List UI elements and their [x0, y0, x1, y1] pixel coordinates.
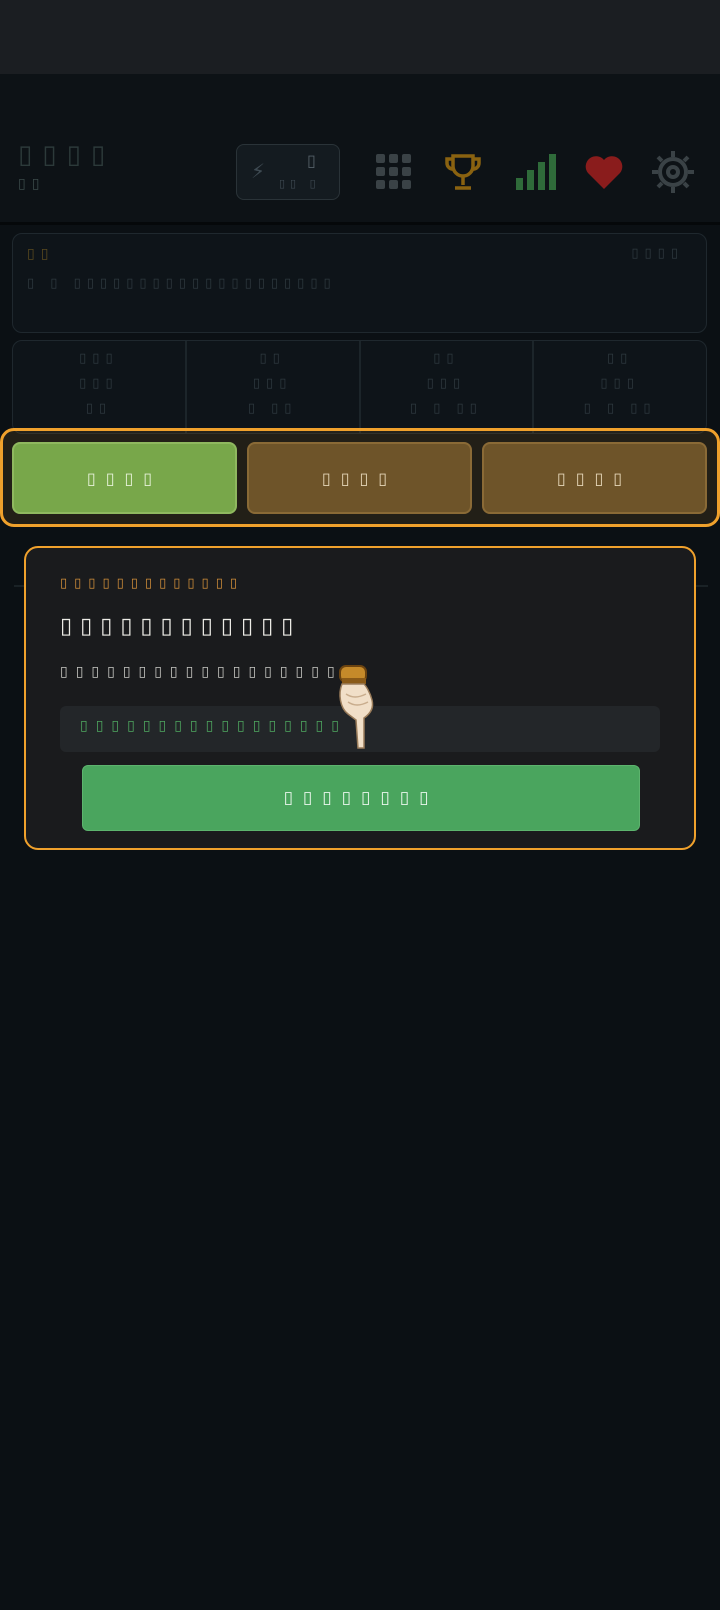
info-card-link[interactable]: ▯▯▯▯: [631, 246, 684, 261]
stat-line: ▯▯▯: [600, 376, 640, 391]
info-card-text: ▯ ▯ ▯▯▯▯▯▯▯▯▯▯▯▯▯▯▯▯▯▯▯▯: [27, 276, 337, 291]
trophy-icon[interactable]: [439, 148, 487, 196]
brand-subtitle: ▯▯: [18, 176, 46, 192]
stat-line: ▯▯▯: [426, 376, 467, 391]
pointing-hand-icon: [336, 664, 380, 750]
stat-line: ▯▯: [606, 351, 634, 366]
tutorial-step-label: ▯▯▯▯▯▯▯▯▯▯▯▯▯: [60, 576, 244, 591]
stat-item: ▯▯ ▯▯▯ ▯ ▯ ▯▯: [361, 341, 535, 433]
stats-panel: ▯▯▯ ▯▯▯ ▯▯ ▯▯ ▯▯▯ ▯ ▯▯ ▯▯ ▯▯▯ ▯ ▯ ▯▯ ▯▯ …: [12, 340, 707, 434]
tab-mode-3[interactable]: ▯▯▯▯: [482, 442, 707, 514]
stat-line: ▯▯: [433, 351, 460, 366]
lightning-bolt-icon: ⚡: [251, 159, 266, 183]
gear-icon[interactable]: [649, 148, 697, 196]
tutorial-description: ▯▯▯▯▯▯▯▯▯▯▯▯▯▯▯▯▯▯▯▯: [60, 664, 375, 680]
bar-chart-icon[interactable]: [512, 148, 560, 196]
energy-label: ▯▯ ▯: [279, 177, 321, 190]
stat-item: ▯▯ ▯▯▯ ▯ ▯ ▯▯: [534, 341, 706, 433]
stat-line: ▯▯: [85, 401, 113, 416]
stat-item: ▯▯▯ ▯▯▯ ▯▯: [13, 341, 187, 433]
stat-line: ▯▯▯: [79, 376, 119, 391]
stat-line: ▯ ▯▯: [247, 401, 298, 416]
stat-line: ▯ ▯ ▯▯: [409, 401, 483, 416]
stat-line: ▯▯▯: [252, 376, 293, 391]
stat-line: ▯▯▯: [79, 351, 119, 366]
tutorial-title: ▯▯▯▯▯▯▯▯▯▯▯▯: [60, 614, 302, 639]
heart-icon[interactable]: [580, 148, 628, 196]
tutorial-confirm-button[interactable]: ▯▯▯▯▯▯▯▯: [82, 765, 640, 831]
energy-panel[interactable]: ⚡ ▯ ▯▯ ▯: [236, 144, 340, 200]
stat-item: ▯▯ ▯▯▯ ▯ ▯▯: [187, 341, 361, 433]
energy-value: ▯: [307, 151, 316, 170]
info-card: ▯▯ ▯▯▯▯ ▯ ▯ ▯▯▯▯▯▯▯▯▯▯▯▯▯▯▯▯▯▯▯▯: [12, 233, 707, 333]
grid-menu-icon[interactable]: [370, 148, 418, 196]
tab-mode-1[interactable]: ▯▯▯▯: [12, 442, 237, 514]
stat-line: ▯▯: [259, 351, 286, 366]
tab-mode-2[interactable]: ▯▯▯▯: [247, 442, 472, 514]
info-card-label: ▯▯: [27, 246, 55, 262]
status-bar: [0, 0, 720, 74]
stat-line: ▯ ▯ ▯▯: [583, 401, 657, 416]
brand-title: ▯▯▯▯: [18, 140, 116, 170]
